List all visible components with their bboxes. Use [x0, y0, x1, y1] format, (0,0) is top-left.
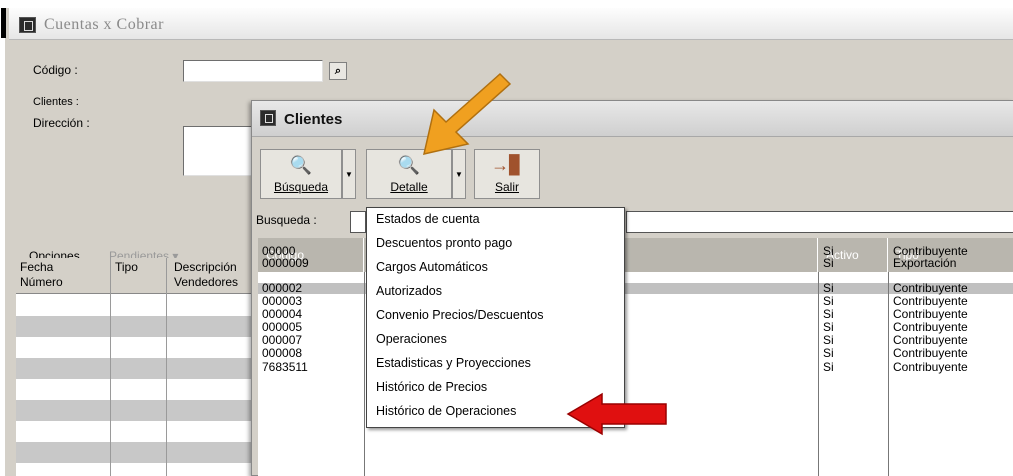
busqueda-dropdown[interactable]: ▼ [342, 149, 356, 199]
cell-activo: Si [823, 346, 834, 360]
lookup-icon[interactable]: ⌕ [329, 62, 347, 80]
cell-codigo: 000004 [262, 307, 303, 321]
cell-tipo: Contribuyente [893, 307, 968, 321]
cell-activo: Si [823, 320, 834, 334]
busqueda-search-label: Busqueda : [256, 213, 317, 227]
direccion-label: Dirección : [33, 116, 90, 130]
menu-item-estados-de-cuenta[interactable]: Estados de cuenta [376, 212, 480, 226]
cell-codigo: 000002 [262, 281, 303, 295]
cell-activo: Si [823, 281, 834, 295]
cell-tipo: Contribuyente [893, 294, 968, 308]
app-icon [19, 17, 36, 33]
window-edge [1, 8, 6, 38]
red-callout-arrow [566, 392, 667, 436]
cell-activo: Si [823, 256, 834, 270]
dialog-title: Clientes [284, 111, 343, 128]
orange-callout-arrow [423, 72, 512, 155]
orange-arrow-shape [423, 72, 512, 155]
grid-divider [166, 258, 167, 476]
header-fecha: Fecha [20, 260, 54, 274]
clientes-label: Clientes : [33, 96, 79, 108]
header-vendedores: Vendedores [174, 275, 239, 289]
menu-item-estadisticas[interactable]: Estadisticas y Proyecciones [376, 356, 531, 370]
cell-tipo: Exportación [893, 256, 957, 270]
direccion-field[interactable] [183, 126, 253, 176]
column-divider [888, 272, 889, 476]
header-numero: Número [20, 275, 63, 289]
busqueda-search-input-rest[interactable] [626, 211, 1013, 233]
red-arrow-shape [566, 392, 667, 436]
app-icon [260, 110, 276, 126]
cell-tipo: Contribuyente [893, 360, 968, 374]
busqueda-search-input[interactable] [350, 211, 366, 233]
grid-divider [110, 258, 111, 476]
menu-item-historico-operaciones[interactable]: Histórico de Operaciones [376, 404, 516, 418]
dialog-title-bar: Clientes [252, 101, 1013, 137]
title-bar: Cuentas x Cobrar [9, 8, 1013, 40]
cell-codigo: 000005 [262, 320, 303, 334]
cell-codigo: 7683511 [262, 360, 308, 374]
column-divider [818, 272, 819, 476]
cell-tipo: Contribuyente [893, 333, 968, 347]
menu-item-autorizados[interactable]: Autorizados [376, 284, 442, 298]
salir-label: Salir [494, 180, 519, 194]
cell-tipo: Contribuyente [893, 281, 968, 295]
grid-row [16, 358, 266, 379]
cell-activo: Si [823, 360, 834, 374]
cell-tipo: Contribuyente [893, 346, 968, 360]
cell-codigo: 000007 [262, 333, 303, 347]
menu-item-convenio-precios[interactable]: Convenio Precios/Descuentos [376, 308, 543, 322]
window-title: Cuentas x Cobrar [44, 16, 164, 33]
cell-activo: Si [823, 307, 834, 321]
grid-row [16, 400, 266, 421]
menu-item-historico-precios[interactable]: Histórico de Precios [376, 380, 487, 394]
codigo-label: Código : [33, 63, 78, 77]
busqueda-label: Búsqueda [273, 180, 329, 194]
detalle-label: Detalle [390, 180, 428, 194]
cell-codigo: 000008 [262, 346, 303, 360]
grid-row [16, 316, 266, 337]
cell-tipo: Contribuyente [893, 320, 968, 334]
background-grid: Fecha Número Tipo Descripción Vendedores [16, 258, 276, 476]
menu-item-descuentos-pronto-pago[interactable]: Descuentos pronto pago [376, 236, 512, 250]
busqueda-button[interactable]: 🔍 Búsqueda [260, 149, 342, 199]
grid-row [16, 442, 266, 463]
column-divider [364, 272, 365, 476]
header-tipo: Tipo [115, 260, 138, 274]
magnifier-icon: 🔍 [289, 155, 313, 175]
cell-activo: Si [823, 294, 834, 308]
menu-item-cargos-automaticos[interactable]: Cargos Automáticos [376, 260, 488, 274]
codigo-field[interactable] [183, 60, 323, 82]
cell-codigo: 0000009 [262, 256, 309, 270]
grid-header: Fecha Número Tipo Descripción Vendedores [16, 258, 276, 294]
header-descripcion: Descripción [174, 260, 237, 274]
menu-item-operaciones[interactable]: Operaciones [376, 332, 447, 346]
cell-codigo: 000003 [262, 294, 303, 308]
cell-activo: Si [823, 333, 834, 347]
